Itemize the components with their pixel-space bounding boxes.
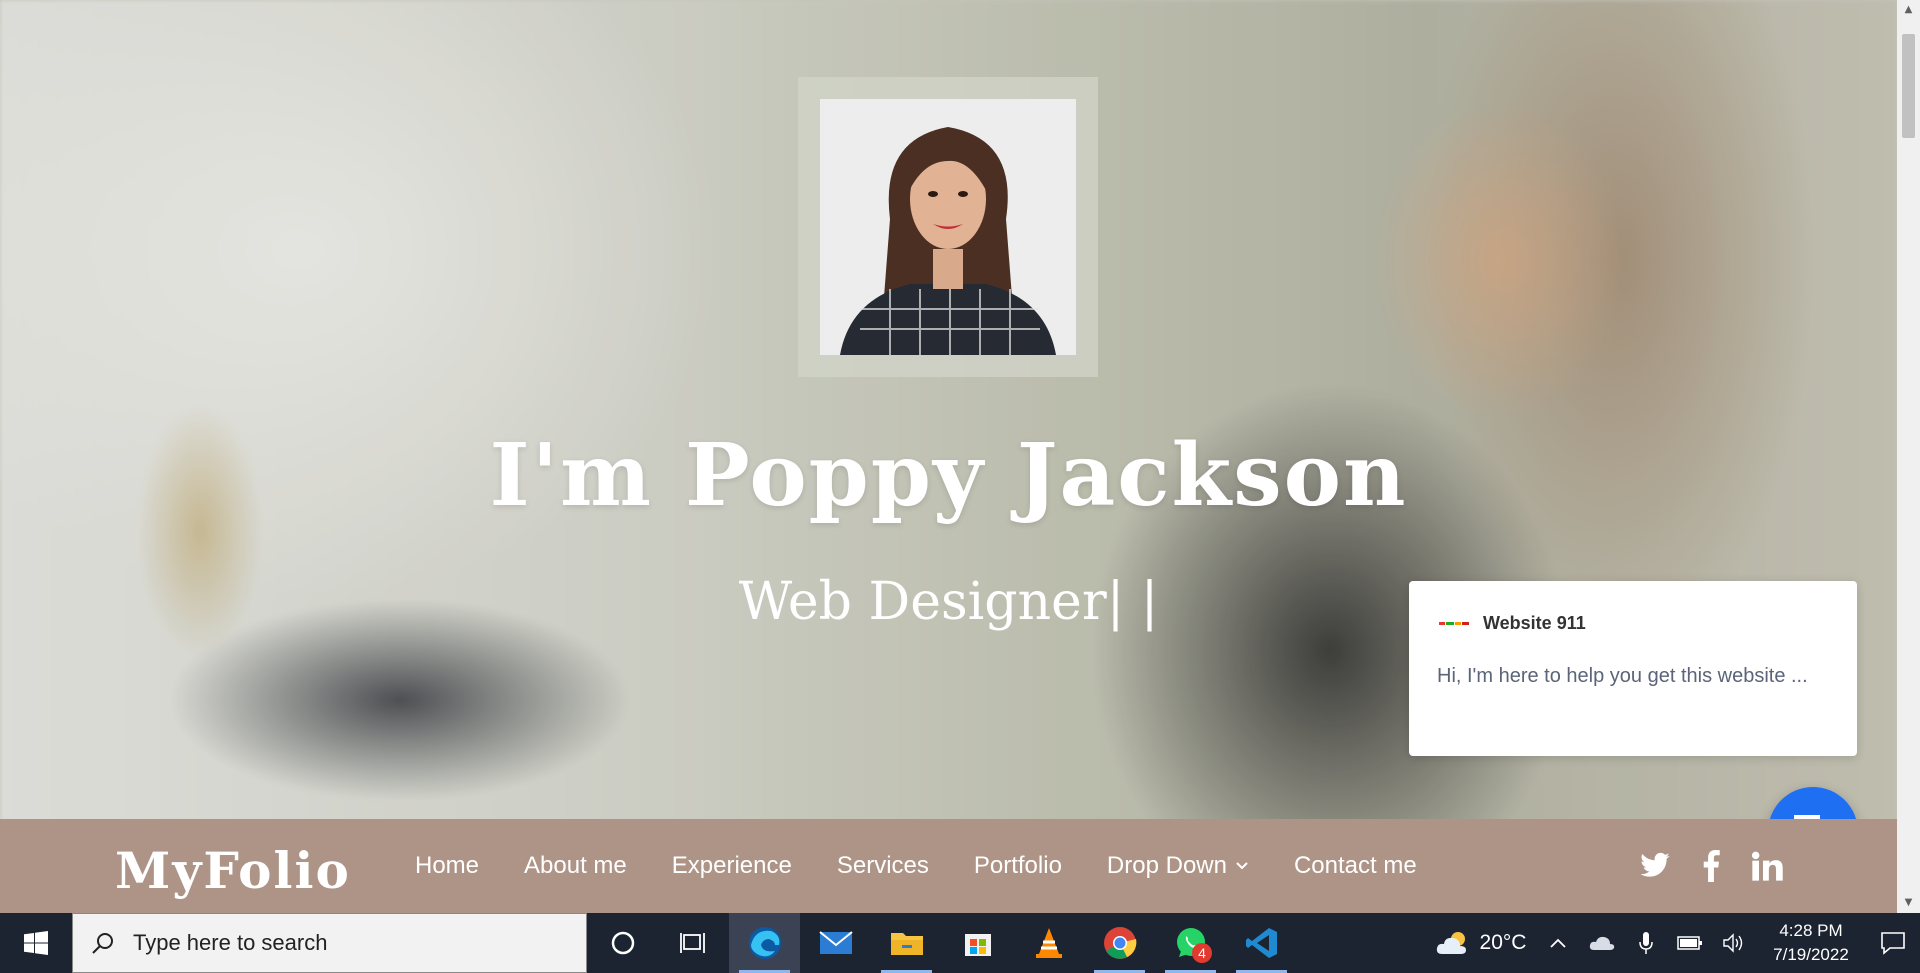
volume-icon[interactable]	[1712, 913, 1756, 973]
notification-center-icon	[1881, 932, 1905, 955]
file-explorer-icon[interactable]	[871, 913, 942, 973]
chat-header: Website 911	[1439, 613, 1586, 634]
windows-taskbar: Type here to search 4 20°C 4:28 PM 7/19/…	[0, 913, 1920, 973]
nav-link-services[interactable]: Services	[837, 852, 929, 880]
scroll-down-arrow-icon[interactable]: ▼	[1897, 893, 1920, 913]
chevron-down-icon	[1236, 862, 1248, 870]
nav-link-dropdown[interactable]: Drop Down	[1107, 852, 1249, 880]
nav-link-experience[interactable]: Experience	[672, 852, 792, 880]
onedrive-icon[interactable]	[1580, 913, 1624, 973]
weather-temperature: 20°C	[1479, 931, 1527, 954]
twitter-icon[interactable]	[1638, 849, 1672, 883]
system-tray: 20°C 4:28 PM 7/19/2022	[1426, 913, 1920, 973]
nav-link-about[interactable]: About me	[524, 852, 627, 880]
scroll-thumb[interactable]	[1902, 34, 1915, 138]
page-scrollbar[interactable]: ▲ ▼	[1897, 0, 1920, 913]
nav-menu: Home About me Experience Services Portfo…	[415, 819, 1462, 913]
task-view-icon[interactable]	[658, 913, 729, 973]
chrome-icon[interactable]	[1084, 913, 1155, 973]
profile-photo	[820, 99, 1076, 355]
nav-link-portfolio[interactable]: Portfolio	[974, 852, 1062, 880]
hero-role-text: Web Designer	[738, 572, 1107, 632]
chevron-up-icon	[1550, 938, 1566, 948]
social-links	[1638, 819, 1784, 913]
microphone-icon[interactable]	[1624, 913, 1668, 973]
linkedin-icon[interactable]	[1750, 849, 1784, 883]
profile-photo-frame	[798, 77, 1098, 377]
store-icon[interactable]	[942, 913, 1013, 973]
notifications-button[interactable]	[1866, 913, 1920, 973]
whatsapp-notification-badge: 4	[1192, 943, 1212, 963]
nav-link-home[interactable]: Home	[415, 852, 479, 880]
typing-cursor: | |	[1106, 572, 1159, 632]
weather-widget[interactable]: 20°C	[1426, 913, 1536, 973]
vscode-icon[interactable]	[1226, 913, 1297, 973]
chat-message: Hi, I'm here to help you get this websit…	[1437, 665, 1808, 687]
start-button[interactable]	[0, 913, 72, 973]
nav-link-contact[interactable]: Contact me	[1294, 852, 1417, 880]
clock-time: 4:28 PM	[1779, 921, 1843, 940]
taskbar-search-input[interactable]: Type here to search	[72, 913, 587, 973]
windows-logo-icon	[24, 931, 48, 955]
cortana-icon[interactable]	[587, 913, 658, 973]
edge-icon[interactable]	[729, 913, 800, 973]
site-logo[interactable]: MyFolio	[115, 841, 351, 900]
chat-popup[interactable]: Website 911 Hi, I'm here to help you get…	[1409, 581, 1857, 756]
taskbar-clock[interactable]: 4:28 PM 7/19/2022	[1756, 913, 1866, 973]
clock-date: 7/19/2022	[1773, 945, 1849, 964]
mail-icon[interactable]	[800, 913, 871, 973]
chat-logo-icon	[1439, 618, 1469, 630]
facebook-icon[interactable]	[1694, 849, 1728, 883]
battery-icon[interactable]	[1668, 913, 1712, 973]
search-icon	[92, 933, 113, 954]
scroll-up-arrow-icon[interactable]: ▲	[1897, 0, 1920, 20]
search-placeholder: Type here to search	[133, 930, 328, 955]
browser-viewport: I'm Poppy Jackson Web Designer| | Websit…	[0, 0, 1897, 913]
whatsapp-icon[interactable]: 4	[1155, 913, 1226, 973]
nav-link-dropdown-label: Drop Down	[1106, 852, 1227, 879]
chat-agent-name: Website 911	[1483, 613, 1586, 633]
show-hidden-icons-button[interactable]	[1536, 913, 1580, 973]
hero-title: I'm Poppy Jackson	[489, 425, 1408, 526]
cloudy-weather-icon	[1436, 932, 1466, 954]
vlc-icon[interactable]	[1013, 913, 1084, 973]
site-navbar: MyFolio Home About me Experience Service…	[0, 819, 1897, 913]
